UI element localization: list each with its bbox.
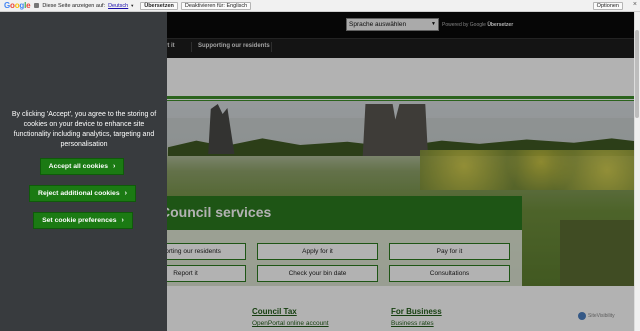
chevron-right-icon: › <box>124 190 127 197</box>
cookie-preferences-button[interactable]: Set cookie preferences › <box>33 212 133 229</box>
chevron-right-icon: › <box>112 163 116 170</box>
chevron-right-icon: › <box>121 217 124 224</box>
reject-cookies-label: Reject additional cookies <box>38 190 120 197</box>
translate-message: Diese Seite anzeigen auf: <box>42 2 106 9</box>
accept-cookies-button[interactable]: Accept all cookies › <box>40 158 124 175</box>
chevron-down-icon[interactable]: ▼ <box>130 3 134 8</box>
translate-language-link[interactable]: Deutsch <box>108 3 128 9</box>
disable-translation-button[interactable]: Deaktivieren für: Englisch <box>180 1 252 10</box>
page-overlay <box>167 12 640 331</box>
translate-button[interactable]: Übersetzen <box>140 1 178 10</box>
cookie-preferences-label: Set cookie preferences <box>42 217 117 224</box>
translate-options-button[interactable]: Optionen <box>592 2 623 10</box>
scrollbar[interactable] <box>634 12 640 331</box>
accept-cookies-label: Accept all cookies <box>48 163 108 170</box>
cookie-message: By clicking 'Accept', you agree to the s… <box>11 111 157 148</box>
close-icon[interactable]: × <box>633 1 637 8</box>
scrollbar-thumb[interactable] <box>635 30 639 118</box>
reject-cookies-button[interactable]: Reject additional cookies › <box>29 185 136 202</box>
lock-icon <box>34 3 40 8</box>
translate-bar: Google Diese Seite anzeigen auf: Deutsch… <box>0 0 640 12</box>
google-logo: Google <box>4 1 31 10</box>
